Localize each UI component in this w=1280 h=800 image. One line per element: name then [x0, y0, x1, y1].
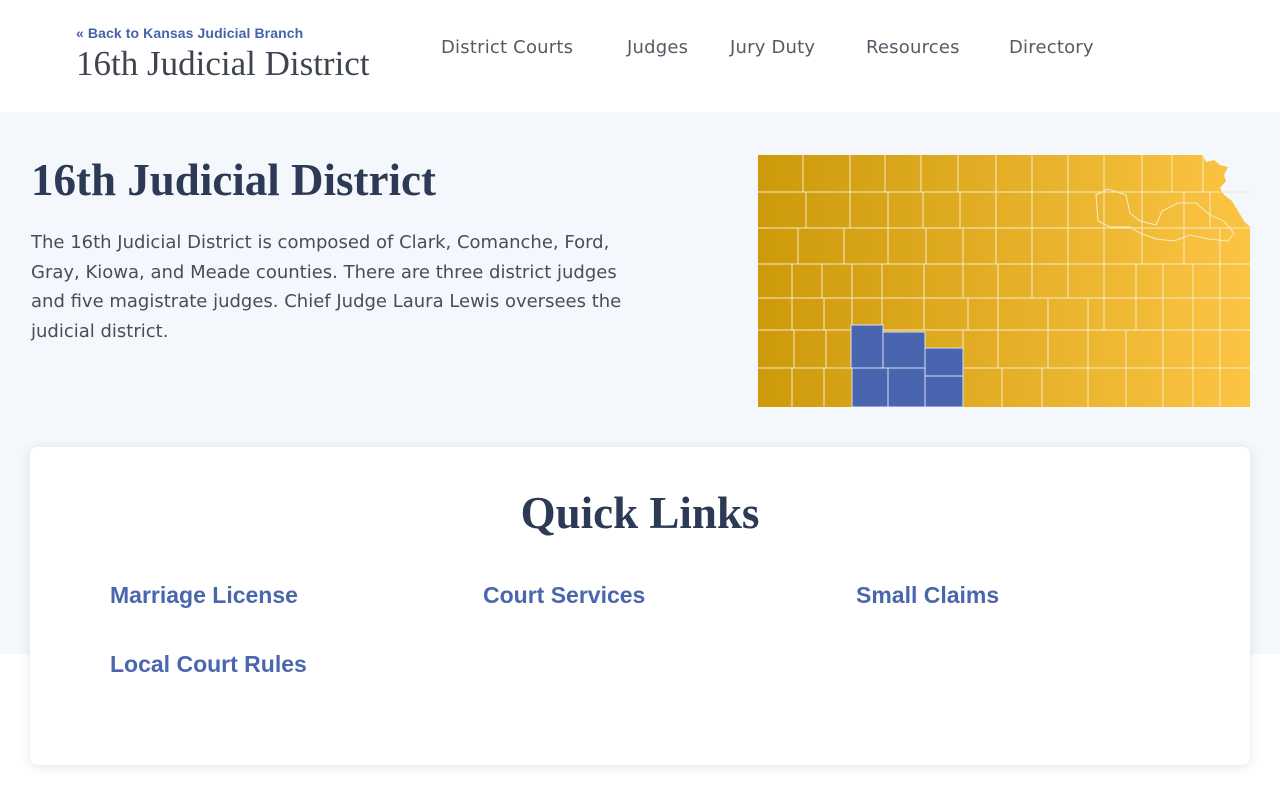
nav-jury-duty[interactable]: Jury Duty: [730, 37, 815, 58]
nav-judges[interactable]: Judges: [627, 37, 688, 58]
court-services-link[interactable]: Court Services: [483, 582, 645, 609]
nav-district-courts[interactable]: District Courts: [441, 37, 573, 58]
site-header: « Back to Kansas Judicial Branch 16th Ju…: [0, 0, 1280, 112]
small-claims-link[interactable]: Small Claims: [856, 582, 999, 609]
main-nav: District Courts Judges Jury Duty Resourc…: [0, 37, 1280, 63]
county-ford: [882, 331, 926, 369]
county-meade: [851, 367, 889, 407]
district-description: The 16th Judicial District is composed o…: [31, 232, 622, 342]
quick-links-card: Quick Links Marriage License Court Servi…: [30, 447, 1250, 765]
marriage-license-link[interactable]: Marriage License: [110, 582, 298, 609]
nav-directory[interactable]: Directory: [1009, 37, 1094, 58]
nav-resources[interactable]: Resources: [866, 37, 960, 58]
quick-links-title: Quick Links: [520, 488, 760, 538]
county-clark: [887, 367, 926, 407]
page-title: 16th Judicial District: [31, 155, 436, 205]
county-gray: [850, 324, 884, 369]
local-court-rules-link[interactable]: Local Court Rules: [110, 651, 307, 678]
kansas-county-map: [758, 155, 1250, 407]
kansas-state-shape: [758, 155, 1250, 407]
county-comanche: [924, 375, 964, 407]
county-kiowa: [924, 347, 964, 377]
